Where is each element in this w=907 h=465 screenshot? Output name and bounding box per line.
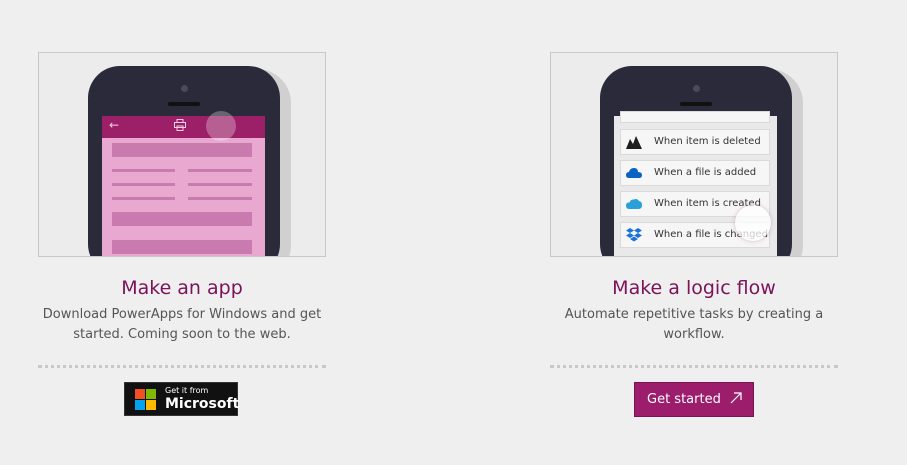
make-flow-title: Make a logic flow bbox=[612, 277, 776, 299]
divider bbox=[550, 365, 838, 368]
badge-small-text: Get it from bbox=[165, 386, 209, 395]
onedrive-cloud-icon bbox=[626, 168, 642, 178]
placeholder-bar bbox=[188, 197, 252, 200]
back-arrow-icon: ← bbox=[109, 118, 120, 132]
badge-big-text: Microsoft bbox=[165, 396, 240, 412]
windows-logo-icon bbox=[135, 389, 156, 410]
phone-illustration: When item is deleted When a file is adde… bbox=[600, 66, 792, 256]
flow-item bbox=[620, 111, 770, 123]
make-flow-card: When item is deleted When a file is adde… bbox=[550, 52, 838, 417]
flow-illustration: When item is deleted When a file is adde… bbox=[550, 52, 838, 257]
placeholder-bar bbox=[112, 143, 252, 157]
placeholder-bar bbox=[112, 183, 175, 186]
placeholder-bar bbox=[112, 169, 175, 172]
flow-item-label: When item is deleted bbox=[654, 136, 761, 147]
phone-screen: When item is deleted When a file is adde… bbox=[614, 111, 777, 256]
external-arrow-icon bbox=[730, 392, 742, 404]
placeholder-bar bbox=[112, 240, 252, 254]
speaker-icon bbox=[680, 102, 712, 106]
touch-indicator bbox=[735, 205, 771, 241]
app-illustration: ← bbox=[38, 52, 326, 257]
dropbox-icon bbox=[626, 228, 642, 242]
divider bbox=[38, 365, 326, 368]
sharepoint-icon bbox=[626, 136, 642, 149]
salesforce-cloud-icon bbox=[626, 199, 642, 209]
make-app-description: Download PowerApps for Windows and get s… bbox=[42, 307, 322, 342]
placeholder-bar bbox=[188, 169, 252, 172]
make-flow-description: Automate repetitive tasks by creating a … bbox=[564, 307, 824, 342]
flow-item: When item is deleted bbox=[620, 129, 770, 155]
get-started-label: Get started bbox=[647, 392, 721, 407]
camera-icon bbox=[693, 85, 700, 92]
placeholder-bar bbox=[112, 212, 252, 226]
touch-indicator bbox=[206, 111, 236, 141]
get-it-from-microsoft-badge[interactable]: Get it from Microsoft bbox=[124, 382, 240, 416]
flow-item: When a file is added bbox=[620, 160, 770, 186]
make-app-title: Make an app bbox=[121, 277, 243, 299]
app-bar: ← bbox=[102, 111, 265, 141]
printer-icon bbox=[174, 119, 186, 131]
make-app-card: ← Make an app Download PowerApps for Win… bbox=[38, 52, 326, 416]
get-started-button[interactable]: Get started bbox=[634, 382, 754, 417]
placeholder-bar bbox=[112, 197, 175, 200]
speaker-icon bbox=[168, 102, 200, 106]
phone-screen: ← bbox=[102, 111, 265, 256]
camera-icon bbox=[181, 85, 188, 92]
phone-illustration: ← bbox=[88, 66, 280, 256]
placeholder-bar bbox=[188, 183, 252, 186]
flow-item-label: When a file is added bbox=[654, 167, 757, 178]
